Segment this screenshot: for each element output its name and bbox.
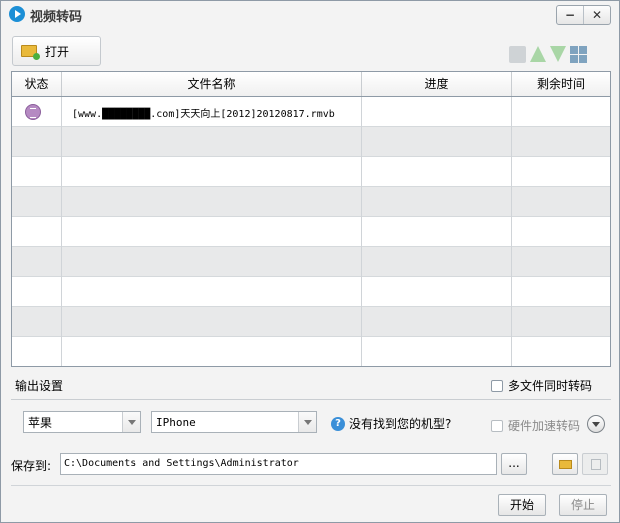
stop-button[interactable]: 停止 <box>559 494 607 516</box>
brand-value: 苹果 <box>28 415 53 430</box>
grid-icon[interactable] <box>570 46 587 63</box>
close-button[interactable]: ✕ <box>583 6 610 24</box>
waiting-hourglass-icon <box>25 104 41 120</box>
open-button[interactable]: 打开 <box>12 36 101 66</box>
file-table: 状态 文件名称 进度 剩余时间 [www.████████.com]天天向上[2… <box>11 71 611 367</box>
help-icon: ? <box>331 416 345 431</box>
multi-file-label: 多文件同时转码 <box>508 379 593 393</box>
table-row <box>12 307 610 337</box>
header-progress[interactable]: 进度 <box>362 72 512 96</box>
save-to-label: 保存到: <box>11 459 52 473</box>
trash-icon[interactable] <box>509 46 526 63</box>
table-row <box>12 337 610 366</box>
model-value: IPhone <box>156 415 196 429</box>
browse-button[interactable]: ... <box>501 453 527 475</box>
brand-select[interactable]: 苹果 <box>23 411 141 433</box>
table-row <box>12 127 610 157</box>
table-row[interactable]: [www.████████.com]天天向上[2012]20120817.rmv… <box>12 97 610 127</box>
open-label: 打开 <box>45 44 70 59</box>
app-play-icon <box>9 6 25 22</box>
folder-add-icon <box>21 45 40 60</box>
help-label: 没有找到您的机型? <box>349 417 452 431</box>
table-header: 状态 文件名称 进度 剩余时间 <box>12 72 610 97</box>
table-row <box>12 217 610 247</box>
hw-accel-checkbox[interactable]: 硬件加速转码 <box>491 417 580 434</box>
table-row <box>12 277 610 307</box>
header-status[interactable]: 状态 <box>12 72 62 96</box>
table-row <box>12 157 610 187</box>
hw-accel-label: 硬件加速转码 <box>508 419 581 433</box>
title-bar: 视频转码 − ✕ <box>1 1 619 27</box>
export-icon[interactable] <box>582 453 608 475</box>
start-button[interactable]: 开始 <box>498 494 546 516</box>
header-filename[interactable]: 文件名称 <box>62 72 362 96</box>
chevron-down-icon[interactable] <box>298 412 316 432</box>
multi-file-checkbox[interactable]: 多文件同时转码 <box>491 377 592 394</box>
open-folder-icon[interactable] <box>552 453 578 475</box>
arrow-up-icon[interactable] <box>530 46 546 62</box>
window-controls: − ✕ <box>556 5 611 25</box>
expand-icon[interactable] <box>587 415 605 433</box>
checkbox-box[interactable] <box>491 379 503 392</box>
checkbox-box[interactable] <box>491 419 503 432</box>
file-progress <box>362 97 512 127</box>
table-row <box>12 187 610 217</box>
header-remaining[interactable]: 剩余时间 <box>512 72 610 96</box>
toolbar-icons <box>509 46 587 63</box>
output-settings-label: 输出设置 <box>15 379 64 393</box>
save-path-input[interactable]: C:\Documents and Settings\Administrator <box>60 453 497 475</box>
arrow-down-icon[interactable] <box>550 46 566 62</box>
model-help-link[interactable]: ? 没有找到您的机型? <box>331 415 451 432</box>
chevron-down-icon[interactable] <box>122 412 140 432</box>
window-title: 视频转码 <box>30 10 83 25</box>
transcode-window: 视频转码 − ✕ 打开 状态 文件名称 进度 剩余时间 [www.███████… <box>0 0 620 523</box>
file-remaining <box>512 97 610 127</box>
minimize-button[interactable]: − <box>557 6 583 24</box>
model-select[interactable]: IPhone <box>151 411 317 433</box>
table-row <box>12 247 610 277</box>
file-name: [www.████████.com]天天向上[2012]20120817.rmv… <box>72 108 335 120</box>
divider <box>11 485 611 486</box>
